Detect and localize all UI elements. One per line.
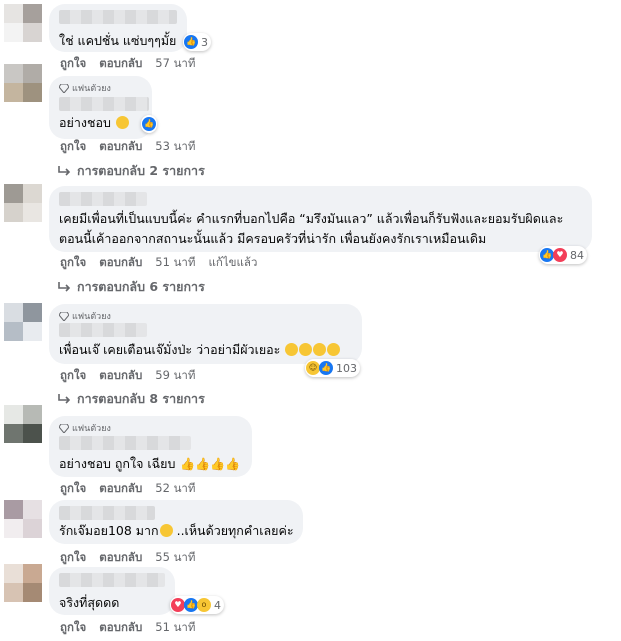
commenter-name[interactable] (59, 323, 147, 337)
reaction-count: 4 (214, 598, 221, 612)
timestamp[interactable]: 51 นาที (155, 254, 195, 272)
reply-button[interactable]: ตอบกลับ (99, 138, 142, 156)
comment-bubble: ใช่ แคปชั่น แซ่บๆๆมั้ย (49, 4, 187, 52)
like-reaction-icon: 👍 (184, 598, 198, 612)
commenter-name[interactable] (59, 97, 149, 111)
like-button[interactable]: ถูกใจ (60, 367, 86, 385)
avatar[interactable] (4, 564, 42, 602)
comment-actions: ถูกใจ ตอบกลับ 53 นาที (60, 138, 195, 156)
view-replies-link[interactable]: การตอบกลับ 6 รายการ (58, 277, 205, 297)
reply-button[interactable]: ตอบกลับ (99, 480, 142, 498)
comment-text: เพื่อนเจ๊ เคยเตือนเจ๊มั่งป่ะ ว่าอย่ามีผั… (59, 340, 341, 360)
comment-actions: ถูกใจ ตอบกลับ 55 นาที (60, 549, 195, 567)
top-fan-badge: แฟนตัวยง (59, 421, 111, 435)
reaction-count: 3 (201, 35, 208, 49)
comment-text-line-1: เคยมีเพื่อนที่เป็นแบบนี้ค่ะ คำแรกที่บอกไ… (59, 211, 564, 226)
grin-emoji-icon (159, 524, 173, 537)
comment-text-line-2: ตอนนี้เค้าออกจากสถานะนั้นแล้ว มีครอบครัว… (59, 231, 487, 246)
rofl-emoji-icon (313, 343, 327, 356)
avatar[interactable] (4, 303, 42, 341)
like-button[interactable]: ถูกใจ (60, 619, 86, 637)
reaction-summary[interactable]: 👍 (141, 115, 157, 133)
love-reaction-icon: ♥ (553, 248, 567, 262)
haha-reaction-icon: ☺ (306, 361, 320, 375)
commenter-name[interactable] (59, 192, 147, 206)
like-reaction-icon: 👍 (142, 117, 156, 131)
comment-bubble: จริงที่สุดดด (49, 567, 175, 615)
reply-arrow-icon (58, 281, 71, 292)
comment-bubble: แฟนตัวยง อย่างชอบ ถูกใจ เฉียบ 👍👍👍👍 (49, 416, 252, 477)
reply-button[interactable]: ตอบกลับ (99, 549, 142, 567)
like-button[interactable]: ถูกใจ (60, 138, 86, 156)
comment-text: อย่างชอบ ถูกใจ เฉียบ 👍👍👍👍 (59, 454, 240, 474)
reaction-summary[interactable]: 👍 ♥ 84 (539, 246, 587, 264)
reaction-count: 84 (570, 248, 584, 262)
commenter-name[interactable] (59, 506, 155, 520)
avatar[interactable] (4, 64, 42, 102)
reaction-count: 103 (336, 361, 357, 375)
commenter-name[interactable] (59, 10, 177, 24)
timestamp[interactable]: 59 นาที (155, 367, 195, 385)
avatar[interactable] (4, 184, 42, 222)
comment-text: อย่างชอบ (59, 113, 129, 133)
comment-text: ใช่ แคปชั่น แซ่บๆๆมั้ย (59, 33, 177, 48)
like-reaction-icon: 👍 (540, 248, 554, 262)
commenter-name[interactable] (59, 436, 191, 450)
top-fan-badge: แฟนตัวยง (59, 309, 111, 323)
comment-text: จริงที่สุดดด (59, 595, 120, 610)
view-replies-link[interactable]: การตอบกลับ 8 รายการ (58, 389, 205, 409)
view-replies-link[interactable]: การตอบกลับ 2 รายการ (58, 161, 205, 181)
like-reaction-icon: 👍 (184, 35, 198, 49)
reply-arrow-icon (58, 165, 71, 176)
reply-button[interactable]: ตอบกลับ (99, 55, 142, 73)
like-button[interactable]: ถูกใจ (60, 254, 86, 272)
like-button[interactable]: ถูกใจ (60, 480, 86, 498)
comment-actions: ถูกใจ ตอบกลับ 59 นาที (60, 367, 195, 385)
comment-actions: ถูกใจ ตอบกลับ 51 นาที (60, 619, 195, 637)
top-fan-badge: แฟนตัวยง (59, 81, 111, 95)
avatar[interactable] (4, 405, 42, 443)
reaction-summary[interactable]: ☺ 👍 103 (305, 359, 360, 377)
comment-bubble: แฟนตัวยง เพื่อนเจ๊ เคยเตือนเจ๊มั่งป่ะ ว่… (49, 304, 362, 364)
smile-emoji-icon (115, 116, 129, 129)
edited-label: แก้ไขแล้ว (208, 255, 258, 269)
rofl-emoji-icon (299, 343, 313, 356)
commenter-name[interactable] (59, 573, 165, 587)
timestamp[interactable]: 53 นาที (155, 138, 195, 156)
diamond-icon (59, 423, 69, 433)
comment-actions: ถูกใจ ตอบกลับ 51 นาที แก้ไขแล้ว (60, 254, 257, 272)
comment-text: รักเจ๊มอย108 มาก ..เห็นด้วยทุกคำเลยค่ะ (59, 523, 294, 538)
timestamp[interactable]: 55 นาที (155, 549, 195, 567)
love-reaction-icon: ♥ (171, 598, 185, 612)
thumbs-up-emoji-icon: 👍👍👍👍 (180, 457, 241, 471)
diamond-icon (59, 311, 69, 321)
timestamp[interactable]: 57 นาที (155, 55, 195, 73)
reaction-summary[interactable]: ♥ 👍 o 4 (170, 596, 224, 614)
reply-button[interactable]: ตอบกลับ (99, 367, 142, 385)
like-button[interactable]: ถูกใจ (60, 55, 86, 73)
timestamp[interactable]: 52 นาที (155, 480, 195, 498)
timestamp[interactable]: 51 นาที (155, 619, 195, 637)
avatar[interactable] (4, 4, 42, 42)
comment-actions: ถูกใจ ตอบกลับ 57 นาที (60, 55, 195, 73)
reaction-summary[interactable]: 👍 3 (183, 33, 211, 51)
like-reaction-icon: 👍 (319, 361, 333, 375)
comment-bubble: รักเจ๊มอย108 มาก ..เห็นด้วยทุกคำเลยค่ะ (49, 500, 303, 544)
rofl-emoji-icon (327, 343, 341, 356)
diamond-icon (59, 83, 69, 93)
rofl-emoji-icon (285, 343, 299, 356)
reply-arrow-icon (58, 393, 71, 404)
comment-bubble: แฟนตัวยง อย่างชอบ (49, 76, 152, 139)
avatar[interactable] (4, 500, 42, 538)
wow-reaction-icon: o (197, 598, 211, 612)
like-button[interactable]: ถูกใจ (60, 549, 86, 567)
reply-button[interactable]: ตอบกลับ (99, 619, 142, 637)
reply-button[interactable]: ตอบกลับ (99, 254, 142, 272)
comment-bubble: เคยมีเพื่อนที่เป็นแบบนี้ค่ะ คำแรกที่บอกไ… (49, 186, 592, 252)
comment-actions: ถูกใจ ตอบกลับ 52 นาที (60, 480, 195, 498)
